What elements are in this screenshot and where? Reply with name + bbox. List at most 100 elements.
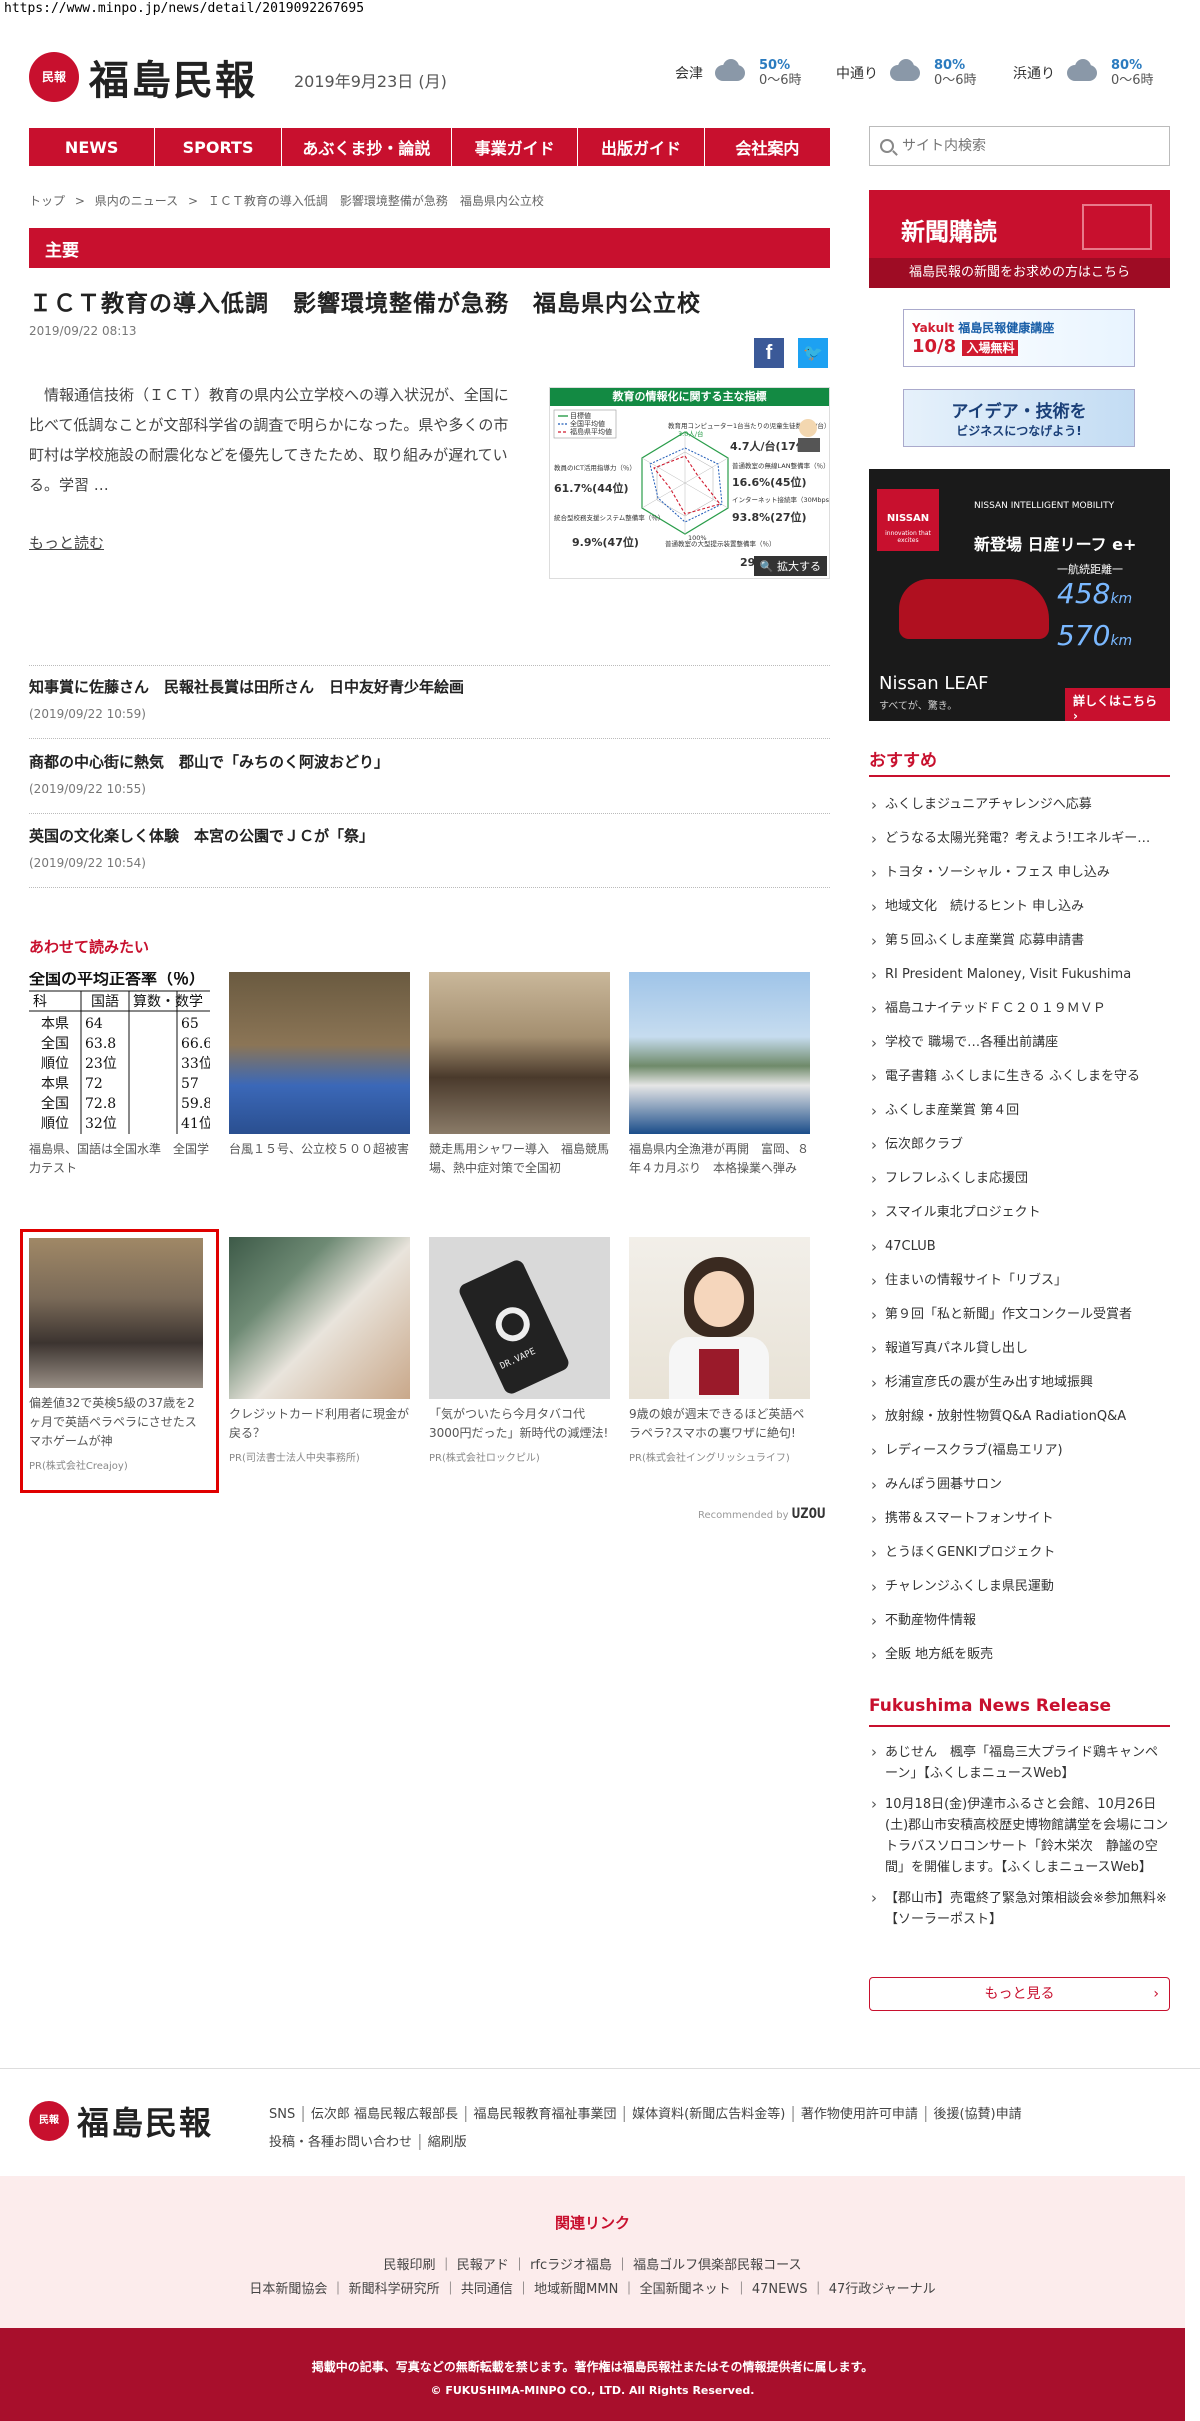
osusume-item[interactable]: どうなる太陽光発電？考えよう!エネルギー… xyxy=(871,829,1171,849)
nav-abukuma[interactable]: あぶくま抄・論説 xyxy=(282,128,452,166)
footer-link[interactable]: 媒体資料(新聞広告料金等) xyxy=(632,2107,785,2122)
related-link[interactable]: 共同通信 xyxy=(461,2282,513,2297)
news-item[interactable]: 知事賞に佐藤さん 民報社長賞は田所さん 日中友好青少年絵画 (2019/09/2… xyxy=(29,676,464,721)
nissan-cta-button[interactable]: 詳しくはこちら › xyxy=(1065,688,1170,721)
osusume-item[interactable]: 全販 地方紙を販売 xyxy=(871,1645,1171,1665)
card-caption[interactable]: 「気がついたら今月タバコ代3000円だった」新時代の減煙法! xyxy=(429,1405,610,1443)
breadcrumb-news[interactable]: 県内のニュース xyxy=(95,194,178,208)
osusume-item[interactable]: 報道写真パネル貸し出し xyxy=(871,1339,1171,1359)
footer-link[interactable]: 縮刷版 xyxy=(428,2135,467,2150)
more-releases-button[interactable]: もっと見る › xyxy=(869,1977,1170,2011)
article-infographic[interactable]: 教育の情報化に関する主な指標 目標値 全国平均値 福島県平均値 教育用コンピュー… xyxy=(549,387,830,579)
related-link[interactable]: 日本新聞協会 xyxy=(249,2282,327,2297)
search-icon[interactable] xyxy=(880,139,894,153)
related-card[interactable]: 福島県内全漁港が再開 富岡、８年４カ月ぶり 本格操業へ弾み xyxy=(629,972,810,1178)
footer-link[interactable]: SNS xyxy=(269,2107,295,2122)
osusume-item[interactable]: 第９回「私と新聞」作文コンクール受賞者 xyxy=(871,1305,1171,1325)
idea-tech-ad[interactable]: アイデア・技術を ビジネスにつなげよう! xyxy=(903,389,1135,447)
news-item-title[interactable]: 知事賞に佐藤さん 民報社長賞は田所さん 日中友好青少年絵画 xyxy=(29,676,464,697)
related-link[interactable]: 民報印刷 xyxy=(384,2258,436,2273)
card-caption[interactable]: 福島県内全漁港が再開 富岡、８年４カ月ぶり 本格操業へ弾み xyxy=(629,1140,810,1178)
osusume-item[interactable]: 電子書籍 ふくしまに生きる ふくしまを守る xyxy=(871,1067,1171,1087)
osusume-item[interactable]: レディースクラブ(福島エリア) xyxy=(871,1441,1171,1461)
osusume-item[interactable]: スマイル東北プロジェクト xyxy=(871,1203,1171,1223)
site-search xyxy=(869,126,1170,166)
pr-card[interactable]: 9歳の娘が週末できるほど英語ペラペラ?スマホの裏ワザに絶句! PR(株式会社イン… xyxy=(629,1237,810,1464)
related-link[interactable]: rfcラジオ福島 xyxy=(530,2258,612,2273)
subscribe-banner[interactable]: 新聞購読 福島民報の新聞をお求めの方はこちら xyxy=(869,190,1170,288)
osusume-item[interactable]: 杉浦宣彦氏の震が生み出す地域振興 xyxy=(871,1373,1171,1393)
news-release-item[interactable]: あじせん 楓亭「福島三大プライド鶏キャンペーン」【ふくしまニュースWeb】 xyxy=(871,1742,1171,1784)
related-card[interactable]: 全国の平均正答率（％） 科 国語 算数・数学 本県 64 65 全国 63.8 66.6… xyxy=(29,972,210,1178)
footer-link[interactable]: 投稿・各種お問い合わせ xyxy=(269,2135,412,2150)
osusume-item[interactable]: RI President Maloney, Visit Fukushima xyxy=(871,965,1171,985)
health-lecture-ad[interactable]: Yakult 福島民報健康講座 10/8 入場無料 xyxy=(903,309,1135,367)
svg-text:33位: 33位 xyxy=(181,1056,210,1072)
osusume-item[interactable]: とうほくGENKIプロジェクト xyxy=(871,1543,1171,1563)
card-caption[interactable]: 9歳の娘が週末できるほど英語ペラペラ?スマホの裏ワザに絶句! xyxy=(629,1405,810,1443)
osusume-item[interactable]: ふくしま産業賞 第４回 xyxy=(871,1101,1171,1121)
card-caption[interactable]: 福島県、国語は全国水準 全国学力テスト xyxy=(29,1140,210,1178)
news-release-rule xyxy=(869,1725,1170,1727)
osusume-item[interactable]: 第５回ふくしま産業賞 応募申請書 xyxy=(871,931,1171,951)
card-caption[interactable]: 偏差値32で英検5級の37歳を2ヶ月で英語ペラペラにさせたスマホゲームが神 xyxy=(29,1394,203,1451)
nav-publishing-guide[interactable]: 出版ガイド xyxy=(578,128,705,166)
article-title[interactable]: ＩＣＴ教育の導入低調 影響環境整備が急務 福島県内公立校 xyxy=(29,284,701,318)
nav-business-guide[interactable]: 事業ガイド xyxy=(452,128,579,166)
nav-sports[interactable]: SPORTS xyxy=(155,128,282,166)
osusume-item[interactable]: 放射線・放射性物質Q&A RadiationQ&A xyxy=(871,1407,1171,1427)
pr-card[interactable]: 偏差値32で英検5級の37歳を2ヶ月で英語ペラペラにさせたスマホゲームが神 PR… xyxy=(29,1238,210,1472)
news-item[interactable]: 英国の文化楽しく体験 本宮の公園でＪＣが「祭」 (2019/09/22 10:5… xyxy=(29,825,374,870)
site-logo[interactable]: 民報 福島民報 xyxy=(29,48,257,106)
news-release-item[interactable]: 【郡山市】売電終了緊急対策相談会※参加無料※【ソーラーポスト】 xyxy=(871,1888,1171,1930)
pr-card[interactable]: DR.VAPE 「気がついたら今月タバコ代3000円だった」新時代の減煙法! P… xyxy=(429,1237,610,1464)
related-link[interactable]: 福島ゴルフ倶楽部民報コース xyxy=(633,2258,801,2273)
card-caption[interactable]: 台風１５号、公立校５００超被害 xyxy=(229,1140,410,1159)
osusume-item[interactable]: 47CLUB xyxy=(871,1237,1171,1257)
svg-text:順位: 順位 xyxy=(41,1056,69,1072)
read-more-link[interactable]: もっと読む xyxy=(29,532,104,553)
news-item[interactable]: 商都の中心街に熱気 郡山で「みちのく阿波おどり」 (2019/09/22 10:… xyxy=(29,751,389,796)
zoom-button[interactable]: 🔍 拡大する xyxy=(753,556,827,576)
osusume-item[interactable]: 地域文化 続けるヒント 申し込み xyxy=(871,897,1171,917)
card-caption[interactable]: クレジットカード利用者に現金が戻る？ xyxy=(229,1405,410,1443)
osusume-item[interactable]: ふくしまジュニアチャレンジへ応募 xyxy=(871,795,1171,815)
related-link[interactable]: 全国新聞ネット xyxy=(640,2282,731,2297)
nissan-ad[interactable]: NISSAN innovation that excites NISSAN IN… xyxy=(869,469,1170,721)
recommended-by[interactable]: Recommended by UZOU xyxy=(698,1506,825,1522)
footer-link[interactable]: 福島民報教育福祉事業団 xyxy=(474,2107,617,2122)
footer-logo[interactable]: 民報 福島民報 xyxy=(29,2098,213,2144)
pr-card[interactable]: クレジットカード利用者に現金が戻る？ PR(司法書士法人中央事務所) xyxy=(229,1237,410,1464)
related-link[interactable]: 新聞科学研究所 xyxy=(349,2282,440,2297)
related-card[interactable]: 競走馬用シャワー導入 福島競馬場、熱中症対策で全国初 xyxy=(429,972,610,1178)
footer-link[interactable]: 後援(協賛)申請 xyxy=(933,2107,1021,2122)
search-input[interactable] xyxy=(902,138,1142,154)
osusume-item[interactable]: フレフレふくしま応援団 xyxy=(871,1169,1171,1189)
news-release-item[interactable]: 10月18日(金)伊達市ふるさと会館、10月26日(土)郡山市安積高校歴史博物館… xyxy=(871,1794,1171,1878)
news-item-title[interactable]: 商都の中心街に熱気 郡山で「みちのく阿波おどり」 xyxy=(29,751,389,772)
nav-news[interactable]: NEWS xyxy=(29,128,156,166)
footer-link[interactable]: 伝次郎 福島民報広報部長 xyxy=(311,2107,458,2122)
related-link[interactable]: 地域新聞MMN xyxy=(534,2282,618,2297)
osusume-item[interactable]: トヨタ・ソーシャル・フェス 申し込み xyxy=(871,863,1171,883)
breadcrumb-home[interactable]: トップ xyxy=(29,194,65,208)
osusume-item[interactable]: 不動産物件情報 xyxy=(871,1611,1171,1631)
nav-company[interactable]: 会社案内 xyxy=(705,128,830,166)
osusume-item[interactable]: みんぽう囲碁サロン xyxy=(871,1475,1171,1495)
osusume-item[interactable]: チャレンジふくしま県民運動 xyxy=(871,1577,1171,1597)
osusume-item[interactable]: 伝次郎クラブ xyxy=(871,1135,1171,1155)
osusume-item[interactable]: 携帯＆スマートフォンサイト xyxy=(871,1509,1171,1529)
related-link[interactable]: 民報アド xyxy=(457,2258,509,2273)
osusume-item[interactable]: 福島ユナイテッドＦＣ２０１９ＭＶＰ xyxy=(871,999,1171,1019)
article-time: 2019/09/22 08:13 xyxy=(29,324,137,338)
twitter-share-icon[interactable]: 🐦 xyxy=(798,338,828,368)
facebook-share-icon[interactable]: f xyxy=(754,338,784,368)
related-card[interactable]: 台風１５号、公立校５００超被害 xyxy=(229,972,410,1159)
osusume-item[interactable]: 学校で 職場で…各種出前講座 xyxy=(871,1033,1171,1053)
related-link[interactable]: 47NEWS xyxy=(752,2282,808,2297)
news-item-title[interactable]: 英国の文化楽しく体験 本宮の公園でＪＣが「祭」 xyxy=(29,825,374,846)
footer-link[interactable]: 著作物使用許可申請 xyxy=(801,2107,918,2122)
related-link[interactable]: 47行政ジャーナル xyxy=(829,2282,936,2297)
osusume-item[interactable]: 住まいの情報サイト「リブス」 xyxy=(871,1271,1171,1291)
card-caption[interactable]: 競走馬用シャワー導入 福島競馬場、熱中症対策で全国初 xyxy=(429,1140,610,1178)
